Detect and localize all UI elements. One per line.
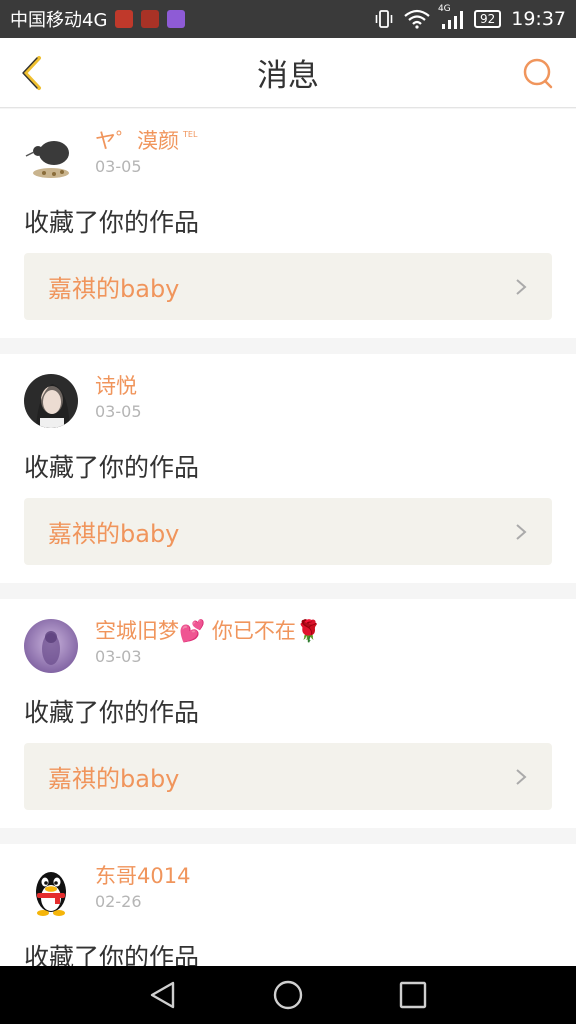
avatar[interactable] — [24, 864, 78, 918]
gallery-notification-icon — [167, 10, 186, 28]
user-info: 空城旧梦💕 你已不在🌹 03-03 — [95, 617, 322, 668]
network-type-label: 4G — [437, 4, 451, 14]
qq-penguin-avatar-icon — [24, 864, 78, 918]
user-row: 东哥4014 02-26 — [24, 862, 552, 922]
signal-group: 4G — [438, 4, 464, 30]
message-date: 02-26 — [95, 892, 142, 911]
work-link[interactable]: 嘉祺的baby — [24, 253, 552, 320]
notification-app-icon-2 — [141, 10, 160, 28]
user-row: 诗悦 03-05 — [24, 372, 552, 432]
nav-back-button[interactable] — [135, 970, 191, 1020]
chevron-right-icon — [516, 278, 527, 295]
message-date: 03-03 — [95, 647, 142, 666]
status-bar: 中国移动4G 4G 92 19:37 — [0, 0, 576, 38]
message-card: 空城旧梦💕 你已不在🌹 03-03 收藏了你的作品 嘉祺的baby — [0, 599, 576, 828]
username-row[interactable]: ヤ゜漠颜 TEL — [95, 127, 197, 155]
username: 诗悦 — [95, 374, 137, 398]
chevron-right-icon — [516, 523, 527, 540]
chevron-right-icon — [516, 768, 527, 785]
notification-app-icon — [115, 10, 134, 28]
action-text: 收藏了你的作品 — [24, 453, 200, 482]
back-button[interactable] — [12, 52, 52, 94]
username-row[interactable]: 诗悦 — [95, 372, 142, 400]
back-arrow-icon — [22, 56, 41, 90]
purple-photo-avatar-icon — [24, 619, 78, 673]
system-nav-bar — [0, 966, 576, 1024]
work-title: 嘉祺的baby — [48, 520, 180, 548]
kiwi-bird-avatar-icon — [24, 129, 78, 183]
app-header: 消息 — [0, 38, 576, 108]
status-right: 4G 92 19:37 — [374, 4, 566, 30]
username: 东哥4014 — [95, 864, 191, 888]
status-left: 中国移动4G — [10, 6, 186, 32]
clock: 19:37 — [511, 8, 566, 30]
user-info: ヤ゜漠颜 TEL 03-05 — [95, 127, 197, 178]
message-card: 诗悦 03-05 收藏了你的作品 嘉祺的baby — [0, 354, 576, 583]
user-row: ヤ゜漠颜 TEL 03-05 — [24, 127, 552, 187]
tel-badge: TEL — [183, 130, 198, 139]
avatar[interactable] — [24, 129, 78, 183]
nav-home-button[interactable] — [260, 970, 316, 1020]
user-row: 空城旧梦💕 你已不在🌹 03-03 — [24, 617, 552, 677]
vibrate-icon — [375, 10, 393, 28]
battery-icon: 92 — [473, 10, 502, 28]
username: ヤ゜漠颜 — [95, 129, 179, 153]
message-date: 03-05 — [95, 402, 142, 421]
action-text: 收藏了你的作品 — [24, 208, 200, 237]
username-row[interactable]: 东哥4014 — [95, 862, 190, 890]
work-title: 嘉祺的baby — [48, 765, 180, 793]
work-link[interactable]: 嘉祺的baby — [24, 743, 552, 810]
circle-home-icon — [273, 980, 303, 1010]
triangle-back-icon — [150, 981, 174, 1009]
work-link[interactable]: 嘉祺的baby — [24, 498, 552, 565]
woman-photo-avatar-icon — [24, 374, 78, 428]
search-button[interactable] — [520, 56, 556, 92]
app-root: 中国移动4G 4G 92 19:37 消息 ヤ゜漠颜 TEL 03-05 收藏了… — [0, 0, 576, 1024]
message-list: ヤ゜漠颜 TEL 03-05 收藏了你的作品 嘉祺的baby 诗悦 03-05 … — [0, 109, 576, 1024]
search-icon — [523, 58, 553, 89]
work-title: 嘉祺的baby — [48, 275, 180, 303]
username-row[interactable]: 空城旧梦💕 你已不在🌹 — [95, 617, 322, 645]
wifi-icon — [404, 9, 430, 29]
carrier-label: 中国移动4G — [10, 10, 108, 31]
user-info: 诗悦 03-05 — [95, 372, 142, 423]
page-title: 消息 — [257, 58, 319, 94]
avatar[interactable] — [24, 374, 78, 428]
avatar[interactable] — [24, 619, 78, 673]
username: 空城旧梦💕 你已不在🌹 — [95, 619, 322, 643]
square-recents-icon — [400, 981, 427, 1009]
nav-recents-button[interactable] — [385, 970, 441, 1020]
action-text: 收藏了你的作品 — [24, 698, 200, 727]
message-card: ヤ゜漠颜 TEL 03-05 收藏了你的作品 嘉祺的baby — [0, 109, 576, 338]
message-date: 03-05 — [95, 157, 142, 176]
user-info: 东哥4014 02-26 — [95, 862, 190, 913]
